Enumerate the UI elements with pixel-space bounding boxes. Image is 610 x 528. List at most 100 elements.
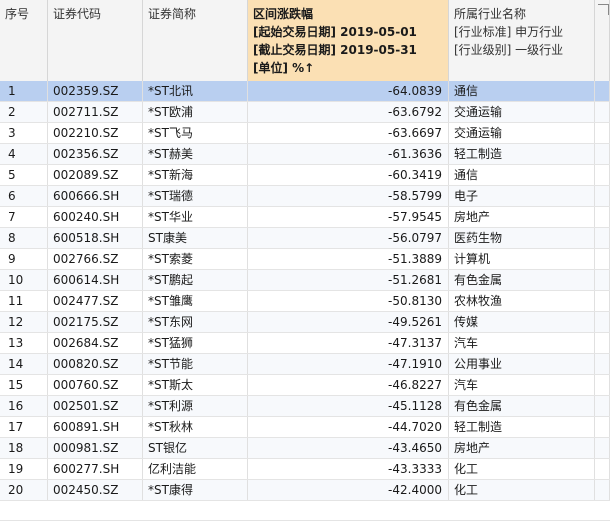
header-change[interactable]: 区间涨跌幅 [起始交易日期] 2019-05-01 [截止交易日期] 2019-… <box>248 0 449 81</box>
table-row[interactable]: 1 002359.SZ *ST北讯 -64.0839 通信 <box>0 81 610 102</box>
cell-industry: 通信 <box>449 81 595 101</box>
cell-extra <box>595 333 610 353</box>
table-row[interactable]: 14 000820.SZ *ST节能 -47.1910 公用事业 <box>0 354 610 375</box>
corner-icon <box>598 4 609 15</box>
cell-name: *ST节能 <box>143 354 248 374</box>
table-row[interactable]: 13 002684.SZ *ST猛狮 -47.3137 汽车 <box>0 333 610 354</box>
table-row[interactable]: 3 002210.SZ *ST飞马 -63.6697 交通运输 <box>0 123 610 144</box>
cell-industry: 有色金属 <box>449 396 595 416</box>
cell-industry: 农林牧渔 <box>449 291 595 311</box>
header-industry-title: 所属行业名称 <box>454 7 527 21</box>
table-row[interactable]: 10 600614.SH *ST鹏起 -51.2681 有色金属 <box>0 270 610 291</box>
cell-extra <box>595 249 610 269</box>
cell-name: *ST新海 <box>143 165 248 185</box>
cell-change: -45.1128 <box>248 396 449 416</box>
header-code-label: 证券代码 <box>53 7 102 21</box>
header-index-label: 序号 <box>5 7 30 21</box>
table-row[interactable]: 15 000760.SZ *ST斯太 -46.8227 汽车 <box>0 375 610 396</box>
cell-name: *ST鹏起 <box>143 270 248 290</box>
table-row[interactable]: 7 600240.SH *ST华业 -57.9545 房地产 <box>0 207 610 228</box>
cell-change: -51.3889 <box>248 249 449 269</box>
cell-extra <box>595 312 610 332</box>
cell-extra <box>595 438 610 458</box>
cell-change: -47.3137 <box>248 333 449 353</box>
table-row[interactable]: 4 002356.SZ *ST赫美 -61.3636 轻工制造 <box>0 144 610 165</box>
cell-index: 5 <box>0 165 48 185</box>
table-row[interactable]: 8 600518.SH ST康美 -56.0797 医药生物 <box>0 228 610 249</box>
cell-extra <box>595 102 610 122</box>
cell-code: 600614.SH <box>48 270 143 290</box>
cell-extra <box>595 270 610 290</box>
cell-extra <box>595 375 610 395</box>
cell-code: 002356.SZ <box>48 144 143 164</box>
cell-code: 002684.SZ <box>48 333 143 353</box>
cell-name: ST康美 <box>143 228 248 248</box>
cell-code: 002175.SZ <box>48 312 143 332</box>
cell-index: 9 <box>0 249 48 269</box>
cell-change: -60.3419 <box>248 165 449 185</box>
cell-code: 002359.SZ <box>48 81 143 101</box>
cell-index: 16 <box>0 396 48 416</box>
cell-code: 002477.SZ <box>48 291 143 311</box>
cell-index: 15 <box>0 375 48 395</box>
cell-industry: 汽车 <box>449 375 595 395</box>
header-change-unit: [单位] %↑ <box>253 61 315 75</box>
cell-extra <box>595 165 610 185</box>
table-row[interactable]: 20 002450.SZ *ST康得 -42.4000 化工 <box>0 480 610 501</box>
cell-change: -43.3333 <box>248 459 449 479</box>
table-row[interactable]: 16 002501.SZ *ST利源 -45.1128 有色金属 <box>0 396 610 417</box>
cell-code: 600666.SH <box>48 186 143 206</box>
cell-name: 亿利洁能 <box>143 459 248 479</box>
table-row[interactable]: 11 002477.SZ *ST雏鹰 -50.8130 农林牧渔 <box>0 291 610 312</box>
cell-name: *ST赫美 <box>143 144 248 164</box>
cell-change: -56.0797 <box>248 228 449 248</box>
cell-index: 14 <box>0 354 48 374</box>
cell-name: *ST秋林 <box>143 417 248 437</box>
table-row[interactable]: 12 002175.SZ *ST东网 -49.5261 传媒 <box>0 312 610 333</box>
cell-industry: 计算机 <box>449 249 595 269</box>
cell-index: 1 <box>0 81 48 101</box>
cell-index: 3 <box>0 123 48 143</box>
cell-change: -50.8130 <box>248 291 449 311</box>
header-code[interactable]: 证券代码 <box>48 0 143 81</box>
cell-industry: 房地产 <box>449 438 595 458</box>
cell-change: -42.4000 <box>248 480 449 500</box>
table-row[interactable]: 18 000981.SZ ST银亿 -43.4650 房地产 <box>0 438 610 459</box>
table-row[interactable]: 6 600666.SH *ST瑞德 -58.5799 电子 <box>0 186 610 207</box>
table-row[interactable]: 19 600277.SH 亿利洁能 -43.3333 化工 <box>0 459 610 480</box>
header-index[interactable]: 序号 <box>0 0 48 81</box>
cell-name: *ST雏鹰 <box>143 291 248 311</box>
cell-change: -58.5799 <box>248 186 449 206</box>
table-row[interactable]: 5 002089.SZ *ST新海 -60.3419 通信 <box>0 165 610 186</box>
cell-code: 002210.SZ <box>48 123 143 143</box>
cell-extra <box>595 480 610 500</box>
header-name-label: 证券简称 <box>148 7 197 21</box>
cell-index: 12 <box>0 312 48 332</box>
cell-industry: 传媒 <box>449 312 595 332</box>
table-row[interactable]: 17 600891.SH *ST秋林 -44.7020 轻工制造 <box>0 417 610 438</box>
cell-industry: 房地产 <box>449 207 595 227</box>
table-row[interactable]: 2 002711.SZ *ST欧浦 -63.6792 交通运输 <box>0 102 610 123</box>
grid-body: 1 002359.SZ *ST北讯 -64.0839 通信 2 002711.SZ *ST欧浦… <box>0 81 610 501</box>
cell-code: 002450.SZ <box>48 480 143 500</box>
cell-code: 000981.SZ <box>48 438 143 458</box>
header-change-end: [截止交易日期] 2019-05-31 <box>253 43 417 57</box>
cell-industry: 化工 <box>449 459 595 479</box>
header-industry[interactable]: 所属行业名称 [行业标准] 申万行业 [行业级别] 一级行业 <box>449 0 595 81</box>
cell-change: -46.8227 <box>248 375 449 395</box>
cell-index: 10 <box>0 270 48 290</box>
cell-index: 6 <box>0 186 48 206</box>
cell-index: 4 <box>0 144 48 164</box>
cell-extra <box>595 228 610 248</box>
header-name[interactable]: 证券简称 <box>143 0 248 81</box>
cell-change: -44.7020 <box>248 417 449 437</box>
cell-index: 13 <box>0 333 48 353</box>
cell-name: ST银亿 <box>143 438 248 458</box>
cell-name: *ST欧浦 <box>143 102 248 122</box>
cell-extra <box>595 417 610 437</box>
data-grid: 序号 证券代码 证券简称 区间涨跌幅 [起始交易日期] 2019-05-01 [… <box>0 0 610 528</box>
cell-index: 19 <box>0 459 48 479</box>
cell-name: *ST北讯 <box>143 81 248 101</box>
cell-index: 11 <box>0 291 48 311</box>
table-row[interactable]: 9 002766.SZ *ST索菱 -51.3889 计算机 <box>0 249 610 270</box>
